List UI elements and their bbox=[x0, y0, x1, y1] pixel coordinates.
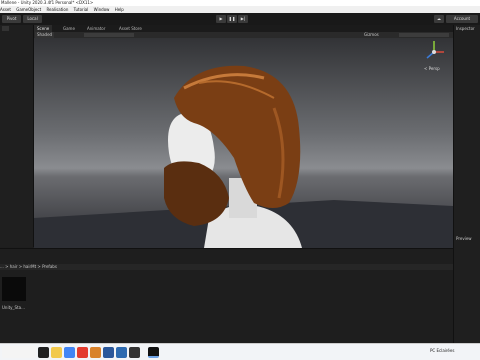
play-icon: ▶ bbox=[219, 16, 223, 21]
menu-window[interactable]: Window bbox=[94, 7, 110, 12]
scene-tool-toggles[interactable] bbox=[84, 33, 134, 37]
word-icon[interactable] bbox=[103, 347, 114, 358]
start-logo-icon[interactable] bbox=[2, 346, 36, 358]
step-icon: ▶| bbox=[240, 16, 246, 21]
task-view-icon[interactable] bbox=[38, 347, 49, 358]
breadcrumb-hair[interactable]: hair bbox=[10, 264, 18, 269]
pivot-label: Pivot bbox=[6, 16, 17, 21]
shading-mode-label: Shaded bbox=[37, 32, 53, 37]
hierarchy-menu-icon[interactable] bbox=[2, 26, 9, 31]
preview-header[interactable]: Preview bbox=[456, 236, 472, 241]
menu-bar: Asset GameObject Realisation Tutorial Wi… bbox=[0, 6, 480, 13]
menu-help[interactable]: Help bbox=[115, 7, 124, 12]
tab-asset-store[interactable]: Asset Store bbox=[116, 25, 145, 32]
step-button[interactable]: ▶| bbox=[238, 15, 248, 23]
cloud-icon: ☁ bbox=[437, 16, 441, 21]
tab-scene[interactable]: Scene bbox=[34, 25, 53, 32]
orientation-gizmo[interactable] bbox=[426, 41, 444, 59]
main-toolbar: Pivot Local ▶ ❚❚ ▶| ☁ Account bbox=[0, 13, 480, 25]
browser-icon[interactable] bbox=[64, 347, 75, 358]
app-icon[interactable] bbox=[90, 347, 101, 358]
tab-asset-store-label: Asset Store bbox=[119, 26, 142, 31]
window-title: Mallene - Unity 2020.3.4f1 Personal* <DX… bbox=[1, 0, 94, 5]
tab-animator-label: Animator bbox=[87, 26, 106, 31]
scene-search-field[interactable] bbox=[399, 33, 449, 37]
persp-label[interactable]: < Persp bbox=[424, 66, 440, 71]
project-breadcrumb: ... > hair > hairMt > Prefabs bbox=[0, 264, 453, 270]
os-taskbar: PC Eclairées bbox=[0, 343, 480, 360]
asset-name: Unity_Sta... bbox=[2, 305, 25, 310]
account-dropdown[interactable]: Account bbox=[446, 15, 478, 23]
inspector-tab[interactable]: Inspector bbox=[456, 26, 475, 31]
asset-thumbnail[interactable] bbox=[2, 277, 26, 301]
tab-scene-label: Scene bbox=[37, 26, 50, 31]
preview-label: Preview bbox=[456, 236, 472, 241]
breadcrumb-root[interactable]: ... bbox=[0, 264, 4, 269]
menu-gameobject[interactable]: GameObject bbox=[16, 7, 41, 12]
local-label: Local bbox=[27, 16, 38, 21]
gizmos-label: Gizmos bbox=[364, 32, 379, 37]
menu-realisation[interactable]: Realisation bbox=[46, 7, 68, 12]
menu-asset[interactable]: Asset bbox=[0, 7, 11, 12]
file-explorer-icon[interactable] bbox=[51, 347, 62, 358]
breadcrumb-prefabs[interactable]: Prefabs bbox=[42, 264, 57, 269]
unity-icon[interactable] bbox=[148, 347, 159, 358]
tab-game-label: Game bbox=[63, 26, 75, 31]
breadcrumb-hairmt[interactable]: hairMt bbox=[23, 264, 36, 269]
scene-viewport[interactable]: < Persp bbox=[34, 38, 453, 248]
pivot-toggle[interactable]: Pivot bbox=[2, 15, 21, 23]
pause-button[interactable]: ❚❚ bbox=[227, 15, 237, 23]
tab-game[interactable]: Game bbox=[60, 25, 78, 32]
menu-tutorial[interactable]: Tutorial bbox=[74, 7, 89, 12]
tray-label: PC Eclairées bbox=[430, 348, 455, 353]
pause-icon: ❚❚ bbox=[228, 16, 236, 21]
project-panel[interactable]: ... > hair > hairMt > Prefabs Unity_Sta.… bbox=[0, 248, 453, 343]
view-tabbar: Scene Game Animator Asset Store bbox=[34, 25, 453, 32]
settings-app-icon[interactable] bbox=[116, 347, 127, 358]
inspector-label: Inspector bbox=[456, 26, 475, 31]
character-render bbox=[34, 41, 453, 248]
cloud-button[interactable]: ☁ bbox=[434, 15, 444, 23]
tab-animator[interactable]: Animator bbox=[84, 25, 108, 32]
opera-icon[interactable] bbox=[77, 347, 88, 358]
play-button[interactable]: ▶ bbox=[216, 15, 226, 23]
github-icon[interactable] bbox=[129, 347, 140, 358]
account-label: Account bbox=[453, 16, 471, 21]
hierarchy-panel[interactable] bbox=[0, 25, 34, 247]
local-toggle[interactable]: Local bbox=[23, 15, 42, 23]
inspector-panel[interactable]: Inspector Preview bbox=[453, 25, 480, 343]
